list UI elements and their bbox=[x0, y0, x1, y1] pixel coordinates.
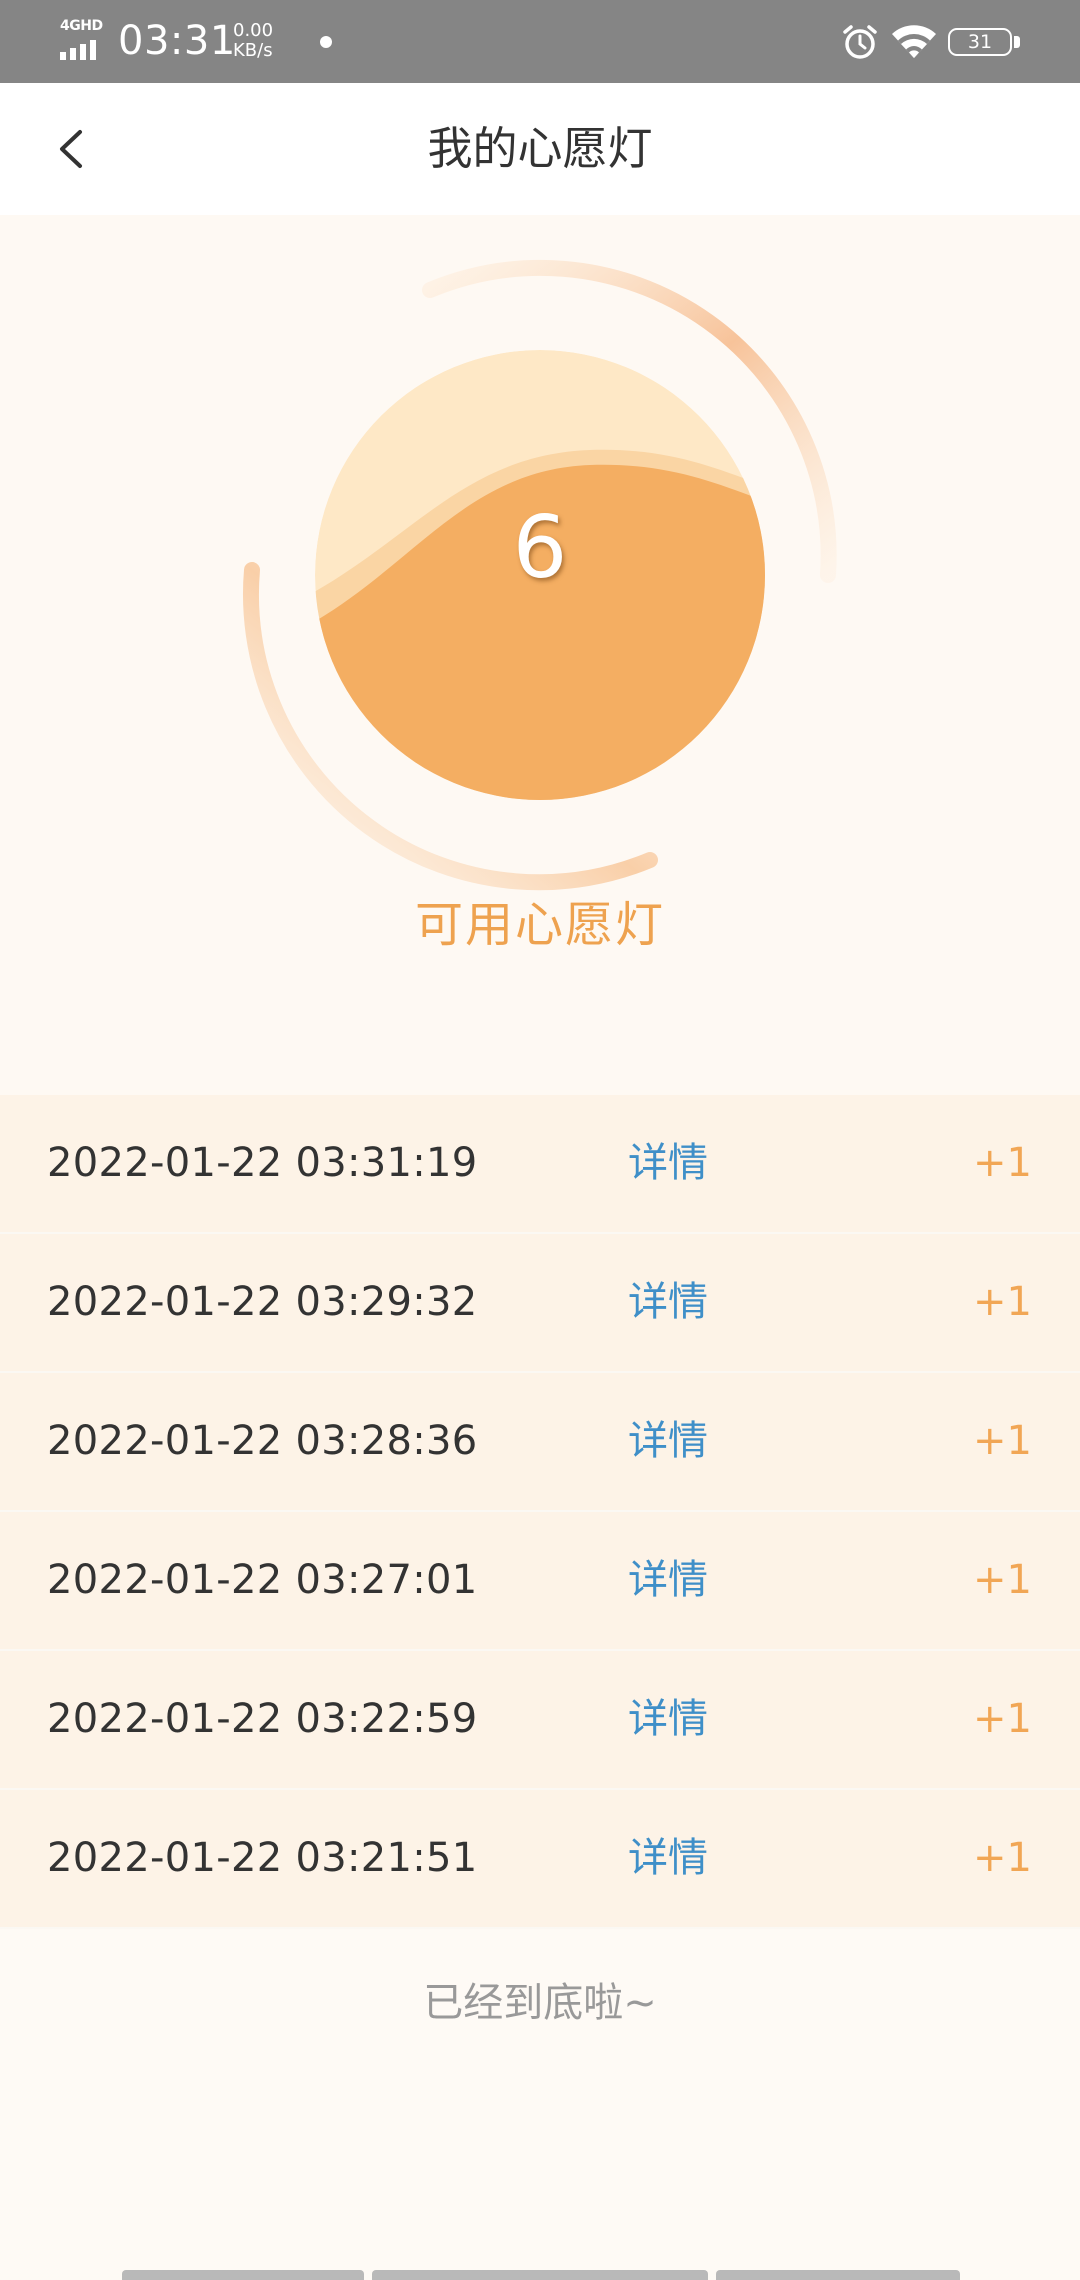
network-speed-value: 0.00 bbox=[233, 20, 274, 41]
list-item: 2022-01-22 03:28:36 详情 +1 bbox=[0, 1373, 1080, 1512]
lamp-label: 可用心愿灯 bbox=[414, 897, 665, 953]
record-time: 2022-01-22 03:27:01 bbox=[47, 1557, 478, 1603]
screen: 4GHD 03:31 0.00 KB/s 31 我的心愿灯 6 可用心愿灯 20… bbox=[0, 0, 1080, 2280]
network-speed-unit: KB/s bbox=[233, 40, 273, 61]
status-bar: 4GHD 03:31 0.00 KB/s 31 bbox=[0, 0, 1080, 83]
record-time: 2022-01-22 03:21:51 bbox=[47, 1835, 478, 1881]
detail-link[interactable]: 详情 bbox=[628, 1651, 708, 1788]
end-of-list-note: 已经到底啦~ bbox=[423, 1980, 657, 2026]
lamp-summary: 6 可用心愿灯 bbox=[0, 215, 1080, 1095]
record-count: +1 bbox=[973, 1418, 1032, 1464]
record-time: 2022-01-22 03:31:19 bbox=[47, 1140, 478, 1186]
notification-dot-icon bbox=[320, 36, 332, 48]
network-speed: 0.00 KB/s bbox=[233, 21, 273, 61]
list-item: 2022-01-22 03:31:19 详情 +1 bbox=[0, 1095, 1080, 1234]
detail-link[interactable]: 详情 bbox=[628, 1512, 708, 1649]
lamp-count: 6 bbox=[512, 498, 568, 598]
record-time: 2022-01-22 03:28:36 bbox=[47, 1418, 478, 1464]
battery-icon: 31 bbox=[948, 28, 1012, 56]
app-header: 我的心愿灯 bbox=[0, 83, 1080, 216]
record-count: +1 bbox=[973, 1279, 1032, 1325]
record-count: +1 bbox=[973, 1835, 1032, 1881]
list-item: 2022-01-22 03:29:32 详情 +1 bbox=[0, 1234, 1080, 1373]
record-time: 2022-01-22 03:29:32 bbox=[47, 1279, 478, 1325]
nav-hint-bar[interactable] bbox=[716, 2270, 960, 2280]
record-time: 2022-01-22 03:22:59 bbox=[47, 1696, 478, 1742]
list-item: 2022-01-22 03:22:59 详情 +1 bbox=[0, 1651, 1080, 1790]
network-type: 4GHD bbox=[60, 18, 103, 34]
status-time: 03:31 bbox=[118, 18, 236, 64]
detail-link[interactable]: 详情 bbox=[628, 1373, 708, 1510]
record-count: +1 bbox=[973, 1557, 1032, 1603]
record-count: +1 bbox=[973, 1696, 1032, 1742]
record-count: +1 bbox=[973, 1140, 1032, 1186]
wifi-icon bbox=[892, 25, 936, 58]
list-item: 2022-01-22 03:21:51 详情 +1 bbox=[0, 1790, 1080, 1929]
page-title: 我的心愿灯 bbox=[427, 122, 653, 175]
nav-hint-bar[interactable] bbox=[372, 2270, 708, 2280]
detail-link[interactable]: 详情 bbox=[628, 1790, 708, 1927]
nav-hint-bar[interactable] bbox=[122, 2270, 364, 2280]
list-item: 2022-01-22 03:27:01 详情 +1 bbox=[0, 1512, 1080, 1651]
detail-link[interactable]: 详情 bbox=[628, 1095, 708, 1232]
record-list: 2022-01-22 03:31:19 详情 +1 2022-01-22 03:… bbox=[0, 1095, 1080, 1929]
detail-link[interactable]: 详情 bbox=[628, 1234, 708, 1371]
signal-icon: 4GHD bbox=[58, 18, 106, 60]
battery-cap bbox=[1014, 36, 1020, 48]
alarm-icon bbox=[843, 25, 877, 59]
